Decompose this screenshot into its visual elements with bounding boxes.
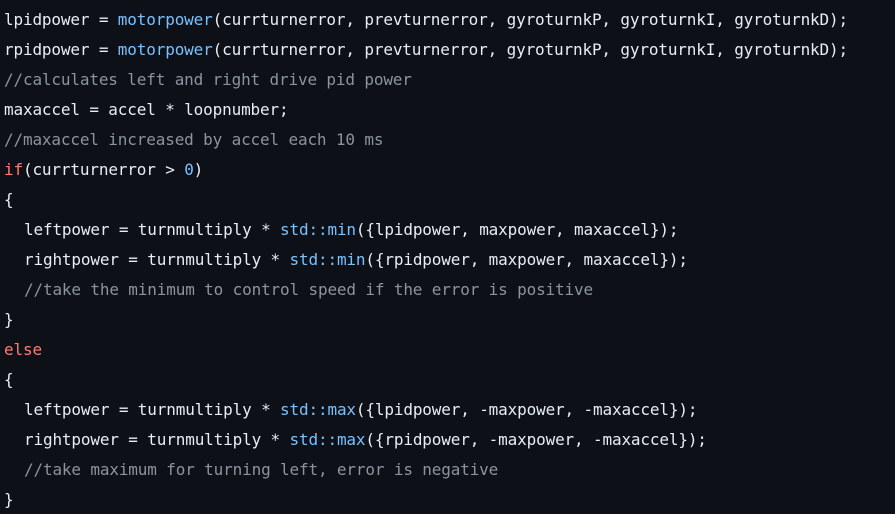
code-comment: //maxaccel increased by accel each 10 ms <box>4 130 384 149</box>
code-line-7: { <box>4 185 895 215</box>
code-text: rpidpower = <box>4 40 118 59</box>
code-line-10: //take the minimum to control speed if t… <box>4 275 895 305</box>
code-text: ({lpidpower, maxpower, maxaccel}); <box>355 220 679 239</box>
keyword: if <box>4 160 23 179</box>
code-text: ({rpidpower, maxpower, maxaccel}); <box>365 250 688 269</box>
code-block: lpidpower = motorpower(currturnerror, pr… <box>0 0 895 514</box>
code-line-4: maxaccel = accel * loopnumber; <box>4 95 895 125</box>
code-line-5: //maxaccel increased by accel each 10 ms <box>4 125 895 155</box>
code-line-8: leftpower = turnmultiply * std::min({lpi… <box>4 215 895 245</box>
code-text: lpidpower = <box>4 10 118 29</box>
keyword: else <box>4 340 42 359</box>
code-line-6: if(currturnerror > 0) <box>4 155 895 185</box>
code-text: rightpower = turnmultiply * <box>24 250 290 269</box>
code-line-13: { <box>4 365 895 395</box>
code-line-2: rpidpower = motorpower(currturnerror, pr… <box>4 35 895 65</box>
code-text: (currturnerror, prevturnerror, gyroturnk… <box>212 10 849 29</box>
code-text: leftpower = turnmultiply * <box>24 400 281 419</box>
code-line-16: //take maximum for turning left, error i… <box>4 455 895 485</box>
code-text: rightpower = turnmultiply * <box>24 430 290 449</box>
code-line-1: lpidpower = motorpower(currturnerror, pr… <box>4 5 895 35</box>
function-name: motorpower <box>117 10 213 29</box>
code-text: ) <box>193 160 204 179</box>
number-literal: 0 <box>184 160 194 179</box>
code-text: ({lpidpower, -maxpower, -maxaccel}); <box>355 400 698 419</box>
code-line-12: else <box>4 335 895 365</box>
code-comment: //take the minimum to control speed if t… <box>24 280 593 299</box>
code-line-11: } <box>4 305 895 335</box>
code-line-17: } <box>4 485 895 514</box>
code-line-9: rightpower = turnmultiply * std::min({rp… <box>4 245 895 275</box>
function-name: std::max <box>280 400 356 419</box>
code-comment: //take maximum for turning left, error i… <box>24 460 499 479</box>
function-name: std::min <box>289 250 366 269</box>
code-text: maxaccel = accel * loopnumber; <box>4 100 289 119</box>
function-name: motorpower <box>117 40 213 59</box>
code-line-14: leftpower = turnmultiply * std::max({lpi… <box>4 395 895 425</box>
close-brace: } <box>4 310 14 329</box>
code-line-3: //calculates left and right drive pid po… <box>4 65 895 95</box>
code-comment: //calculates left and right drive pid po… <box>4 70 412 89</box>
open-brace: { <box>4 190 14 209</box>
open-brace: { <box>4 370 14 389</box>
function-name: std::min <box>280 220 356 239</box>
close-brace: } <box>4 490 14 509</box>
code-text: (currturnerror > <box>22 160 185 179</box>
code-text: leftpower = turnmultiply * <box>24 220 281 239</box>
code-text: (currturnerror, prevturnerror, gyroturnk… <box>212 40 849 59</box>
code-text: ({rpidpower, -maxpower, -maxaccel}); <box>365 430 707 449</box>
function-name: std::max <box>289 430 366 449</box>
code-line-15: rightpower = turnmultiply * std::max({rp… <box>4 425 895 455</box>
